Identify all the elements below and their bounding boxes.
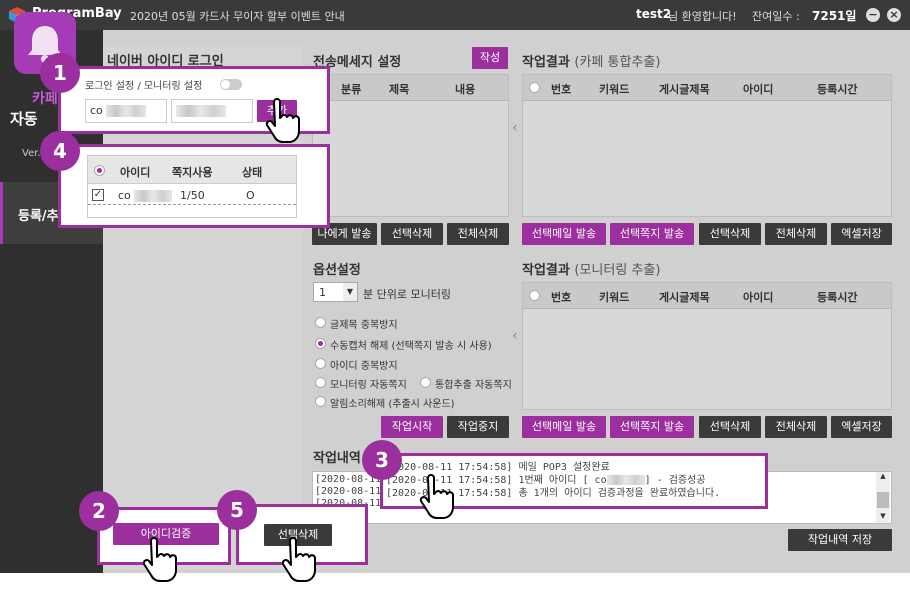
interval-label: 분 단위로 모니터링 <box>363 288 451 301</box>
redacted-text <box>106 105 147 117</box>
header-number: 번호 <box>551 83 572 96</box>
message-delete-all-button[interactable]: 전체삭제 <box>447 223 509 245</box>
message-table: 분류 제목 내용 <box>312 74 509 217</box>
scroll-up-icon[interactable]: ▲ <box>877 472 889 480</box>
id-select-all-radio[interactable] <box>94 165 105 176</box>
days-label: 잔여일수 : <box>752 10 800 23</box>
hand-cursor-icon <box>281 537 316 582</box>
redacted-text <box>134 190 172 202</box>
interval-value: 1 <box>319 286 326 299</box>
r1-delete-all-button[interactable]: 전체삭제 <box>765 223 827 245</box>
option-radio-6[interactable] <box>315 396 326 407</box>
option-radio-2[interactable] <box>315 338 326 349</box>
header-number: 번호 <box>551 291 572 304</box>
id-table-header: 아이디 쪽지사용 상태 <box>88 156 296 184</box>
hand-cursor-icon <box>419 474 454 519</box>
r2-excel-save-button[interactable]: 엑셀저장 <box>831 416 892 438</box>
result2-select-all-radio[interactable] <box>529 290 540 301</box>
scroll-down-icon[interactable]: ▼ <box>877 512 889 520</box>
write-button[interactable]: 작성 <box>472 47 508 69</box>
welcome-text: 님 환영합니다! <box>668 10 737 23</box>
options-title: 옵션설정 <box>313 263 361 278</box>
row-usage: 1/50 <box>180 189 205 202</box>
r1-delete-selected-button[interactable]: 선택삭제 <box>699 223 761 245</box>
r1-excel-save-button[interactable]: 엑셀저장 <box>831 223 892 245</box>
log-save-button[interactable]: 작업내역 저장 <box>788 529 892 551</box>
login-setting-label: 로그인 설정 / 모니터링 설정 <box>85 81 203 92</box>
chevron-down-icon: ▼ <box>343 283 357 301</box>
start-button[interactable]: 작업시작 <box>381 416 443 438</box>
row-status: O <box>246 189 255 202</box>
log-line-left: [2020-08-11 <box>315 486 382 497</box>
r2-send-mail-button[interactable]: 선택메일 발송 <box>522 416 606 438</box>
header-status: 상태 <box>242 166 263 179</box>
id-table: 아이디 쪽지사용 상태 ✓ co 1/50 O <box>87 155 297 218</box>
option-radio-5[interactable] <box>420 377 431 388</box>
notice-link[interactable]: 2020년 05월 카드사 무이자 할부 이벤트 안내 <box>130 8 345 24</box>
r2-send-note-button[interactable]: 선택쪽지 발송 <box>610 416 694 438</box>
header-category: 분류 <box>341 83 362 96</box>
id-input[interactable]: co <box>85 99 167 123</box>
option-label-5: 통합추출 자동쪽지 <box>435 380 512 391</box>
badge-4: 4 <box>40 131 80 171</box>
header-reg-time: 등록시간 <box>817 291 858 304</box>
header-keyword: 키워드 <box>599 83 630 96</box>
badge-3: 3 <box>362 440 402 480</box>
id-input-value: co <box>90 104 103 117</box>
header-id: 아이디 <box>743 83 774 96</box>
result1-select-all-radio[interactable] <box>529 82 540 93</box>
option-radio-4[interactable] <box>315 377 326 388</box>
result1-table: 번호 키워드 게시글제목 아이디 등록시간 <box>522 74 892 217</box>
header-id: 아이디 <box>120 166 151 179</box>
r2-delete-selected-button[interactable]: 선택삭제 <box>699 416 761 438</box>
r1-send-mail-button[interactable]: 선택메일 발송 <box>522 223 606 245</box>
result2-title: 작업결과 (모니터링 추출) <box>522 263 661 278</box>
r1-send-note-button[interactable]: 선택쪽지 발송 <box>610 223 694 245</box>
header-reg-time: 등록시간 <box>817 83 858 96</box>
sidebar-subtitle: 자동 <box>10 110 38 128</box>
option-label-4: 모니터링 자동쪽지 <box>330 380 407 391</box>
header-post-title: 게시글제목 <box>659 83 710 96</box>
redacted-text <box>176 105 226 117</box>
days-value: 7251일 <box>812 9 857 23</box>
scroll-thumb[interactable] <box>877 492 889 508</box>
header-subject: 제목 <box>389 83 410 96</box>
collapse-arrow-icon[interactable]: ‹ <box>512 120 518 136</box>
option-label-3: 아이디 중복방지 <box>330 361 398 372</box>
header-keyword: 키워드 <box>599 291 630 304</box>
password-input[interactable] <box>171 99 253 123</box>
stop-button[interactable]: 작업중지 <box>447 416 509 438</box>
hand-cursor-icon <box>142 537 177 582</box>
row-checkbox[interactable]: ✓ <box>92 189 104 201</box>
row-id: co <box>118 189 131 202</box>
r2-delete-all-button[interactable]: 전체삭제 <box>765 416 827 438</box>
close-button[interactable]: × <box>887 8 901 22</box>
result1-title: 작업결과 (카페 통합추출) <box>522 55 661 70</box>
hand-cursor-icon <box>265 98 300 143</box>
user-id: test2 <box>636 7 672 21</box>
header-post-title: 게시글제목 <box>659 291 710 304</box>
badge-2: 2 <box>79 491 119 531</box>
option-radio-1[interactable] <box>315 317 326 328</box>
option-label-6: 알림소리해제 (추출시 사운드) <box>330 399 455 410</box>
log-title: 작업내역 <box>313 451 361 466</box>
header-content: 내용 <box>455 83 476 96</box>
collapse-arrow-icon[interactable]: ‹ <box>512 328 518 344</box>
badge-5: 5 <box>217 490 257 530</box>
header-note-usage: 쪽지사용 <box>172 166 213 179</box>
header-id: 아이디 <box>743 291 774 304</box>
option-radio-3[interactable] <box>315 358 326 369</box>
monitoring-toggle[interactable] <box>220 79 242 90</box>
option-label-1: 글제목 중복방지 <box>330 320 398 331</box>
minimize-button[interactable]: − <box>866 8 880 22</box>
message-delete-selected-button[interactable]: 선택삭제 <box>381 223 443 245</box>
interval-select[interactable]: 1 ▼ <box>313 282 358 302</box>
table-row[interactable]: ✓ co 1/50 O <box>88 187 296 205</box>
badge-1: 1 <box>40 53 80 93</box>
log-scrollbar[interactable]: ▲ ▼ <box>876 472 890 523</box>
result2-table: 번호 키워드 게시글제목 아이디 등록시간 <box>522 282 892 410</box>
option-label-2: 수동캡처 해제 (선택쪽지 발송 시 사용) <box>330 341 492 352</box>
